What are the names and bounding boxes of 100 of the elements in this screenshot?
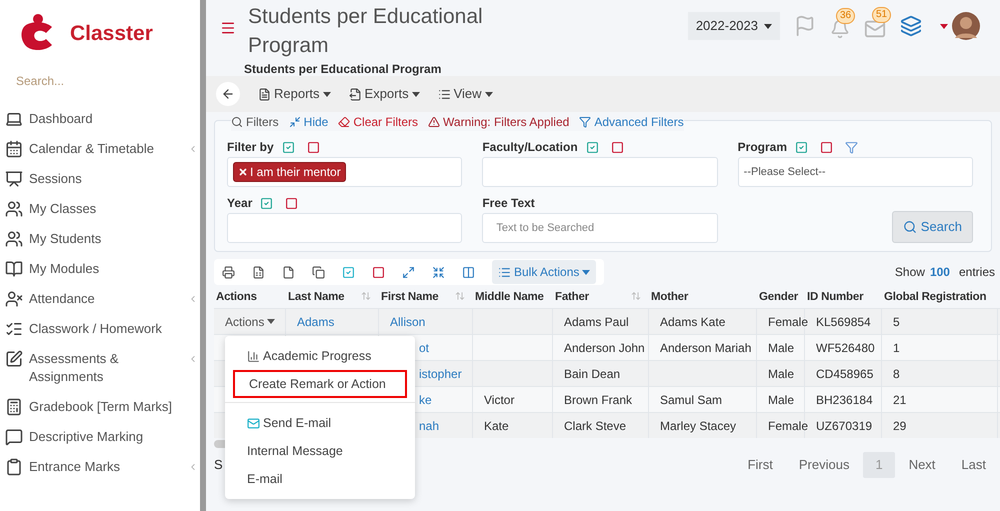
actions-dropdown[interactable]: Actions bbox=[225, 312, 276, 330]
toolbar-menu[interactable]: Exports bbox=[348, 84, 420, 104]
eraser-icon[interactable] bbox=[338, 116, 350, 128]
select-field[interactable] bbox=[227, 213, 462, 243]
sidebar-item[interactable]: My Classes bbox=[0, 194, 200, 224]
table-cell-text: CD458965 bbox=[816, 366, 874, 382]
filter-tag[interactable]: I am their mentor bbox=[233, 162, 346, 182]
filter-link[interactable]: Hide bbox=[304, 113, 328, 131]
menu-icon[interactable] bbox=[220, 20, 236, 36]
filter-link[interactable]: Warning: Filters Applied bbox=[443, 113, 570, 131]
table-tool-icon[interactable] bbox=[312, 266, 325, 278]
table-cell[interactable]: ot bbox=[419, 338, 430, 356]
menu-item[interactable]: Academic Progress bbox=[233, 342, 407, 370]
sidebar-item[interactable]: Attendance bbox=[0, 284, 200, 314]
column-header[interactable]: Gender bbox=[757, 288, 805, 308]
remove-icon[interactable] bbox=[238, 167, 248, 177]
select-all-icon[interactable] bbox=[586, 140, 599, 154]
table-tool-icon[interactable] bbox=[402, 266, 415, 278]
list-icon bbox=[498, 266, 511, 278]
filter-link[interactable]: Clear Filters bbox=[353, 113, 418, 131]
deselect-all-icon[interactable] bbox=[820, 140, 834, 154]
select-all-icon[interactable] bbox=[282, 140, 295, 154]
column-header[interactable]: Global Registration bbox=[882, 288, 998, 308]
filter-icon[interactable] bbox=[579, 116, 592, 128]
select-all-icon[interactable] bbox=[795, 140, 808, 154]
pagination-button[interactable]: Last bbox=[949, 452, 998, 478]
sidebar-item[interactable]: Sessions bbox=[0, 164, 200, 194]
table-cell-text: Kate bbox=[484, 418, 509, 434]
table-cell[interactable]: nah bbox=[419, 416, 440, 434]
column-header[interactable]: Last Name bbox=[286, 288, 379, 308]
column-header[interactable]: Middle Name bbox=[473, 288, 553, 308]
table-cell-text: Anderson John bbox=[564, 340, 645, 356]
column-header[interactable]: First Name bbox=[379, 288, 473, 308]
table-cell[interactable]: ke bbox=[419, 390, 432, 408]
sidebar-item[interactable]: My Students bbox=[0, 224, 200, 254]
caret-icon bbox=[412, 92, 420, 96]
toolbar-menu[interactable]: View bbox=[438, 84, 493, 104]
sidebar-item[interactable]: Descriptive Marking bbox=[0, 422, 200, 452]
warning-icon[interactable] bbox=[428, 116, 440, 128]
table-cell[interactable]: istopher bbox=[419, 364, 462, 382]
table-cell[interactable]: Adams bbox=[297, 312, 334, 330]
sidebar-item[interactable]: Classwork / Homework bbox=[0, 314, 200, 344]
menu-item[interactable]: E-mail bbox=[233, 465, 407, 493]
table-cell[interactable]: Allison bbox=[390, 312, 426, 330]
menu-item[interactable]: Create Remark or Action bbox=[233, 370, 407, 398]
column-header[interactable]: Father bbox=[553, 288, 649, 308]
page-size-select[interactable]: 100 bbox=[930, 263, 950, 281]
chart-icon bbox=[247, 350, 260, 362]
search-field[interactable]: Search... bbox=[16, 70, 184, 92]
select-field[interactable] bbox=[482, 157, 718, 187]
deselect-all-icon[interactable] bbox=[306, 140, 320, 154]
avatar[interactable] bbox=[952, 12, 980, 40]
pagination-button[interactable]: Previous bbox=[786, 452, 862, 478]
table-tool-icon[interactable] bbox=[252, 266, 265, 278]
bulk-actions-button[interactable]: Bulk Actions bbox=[492, 260, 596, 284]
table-cell-text: 8 bbox=[893, 366, 900, 382]
menu-item-icon bbox=[5, 290, 23, 308]
caret-icon bbox=[940, 24, 948, 28]
filter-icon[interactable] bbox=[845, 140, 858, 154]
table-cell-text: 21 bbox=[893, 392, 906, 408]
sidebar-item[interactable]: Assessments & Assignments bbox=[0, 344, 200, 392]
back-button[interactable] bbox=[216, 82, 240, 106]
column-header[interactable]: Mother bbox=[649, 288, 757, 308]
select-field[interactable]: --Please Select-- bbox=[738, 157, 973, 187]
table-tool-icon[interactable] bbox=[432, 266, 445, 278]
search-button[interactable]: Search bbox=[892, 211, 973, 243]
export-icon bbox=[348, 88, 362, 100]
sidebar-item[interactable]: Gradebook [Term Marks] bbox=[0, 392, 200, 422]
pagination-button[interactable]: Next bbox=[896, 452, 948, 478]
deselect-all-icon[interactable] bbox=[285, 196, 298, 210]
sidebar-item[interactable]: Dashboard bbox=[0, 104, 200, 134]
select-all-icon[interactable] bbox=[260, 196, 274, 210]
select-field[interactable]: I am their mentor bbox=[227, 157, 462, 187]
select-field[interactable]: Text to be Searched bbox=[482, 213, 718, 243]
pagination-button[interactable]: First bbox=[736, 452, 785, 478]
table-cell-text: Male bbox=[768, 366, 794, 382]
year-select[interactable]: 2022-2023 bbox=[688, 12, 780, 40]
sidebar-item[interactable]: Calendar & Timetable bbox=[0, 134, 200, 164]
table-tool-icon[interactable] bbox=[372, 266, 385, 278]
menu-item[interactable]: Internal Message bbox=[233, 437, 407, 465]
sidebar-item[interactable]: My Modules bbox=[0, 254, 200, 284]
table-tool-icon[interactable] bbox=[222, 266, 235, 278]
menu-item-icon bbox=[5, 320, 23, 338]
toolbar-menu[interactable]: Reports bbox=[258, 84, 331, 104]
minimize-icon[interactable] bbox=[288, 116, 301, 128]
deselect-all-icon[interactable] bbox=[610, 140, 624, 154]
menu-item[interactable]: Send E-mail bbox=[233, 409, 407, 437]
filter-link[interactable]: Filters bbox=[246, 113, 279, 131]
table-cell-text: Bain Dean bbox=[564, 366, 620, 382]
table-tool-icon[interactable] bbox=[282, 266, 295, 278]
sidebar-item[interactable]: Entrance Marks bbox=[0, 452, 200, 482]
menu-item-icon bbox=[5, 260, 23, 278]
filter-link[interactable]: Advanced Filters bbox=[594, 113, 684, 131]
table-tool-icon[interactable] bbox=[462, 266, 475, 278]
column-header[interactable]: Actions bbox=[214, 288, 286, 308]
layers-add-icon[interactable] bbox=[900, 15, 922, 37]
column-header[interactable]: ID Number bbox=[805, 288, 882, 308]
table-info: S bbox=[214, 456, 223, 474]
text-input[interactable]: Text to be Searched bbox=[488, 220, 712, 236]
search-icon[interactable] bbox=[231, 116, 243, 128]
